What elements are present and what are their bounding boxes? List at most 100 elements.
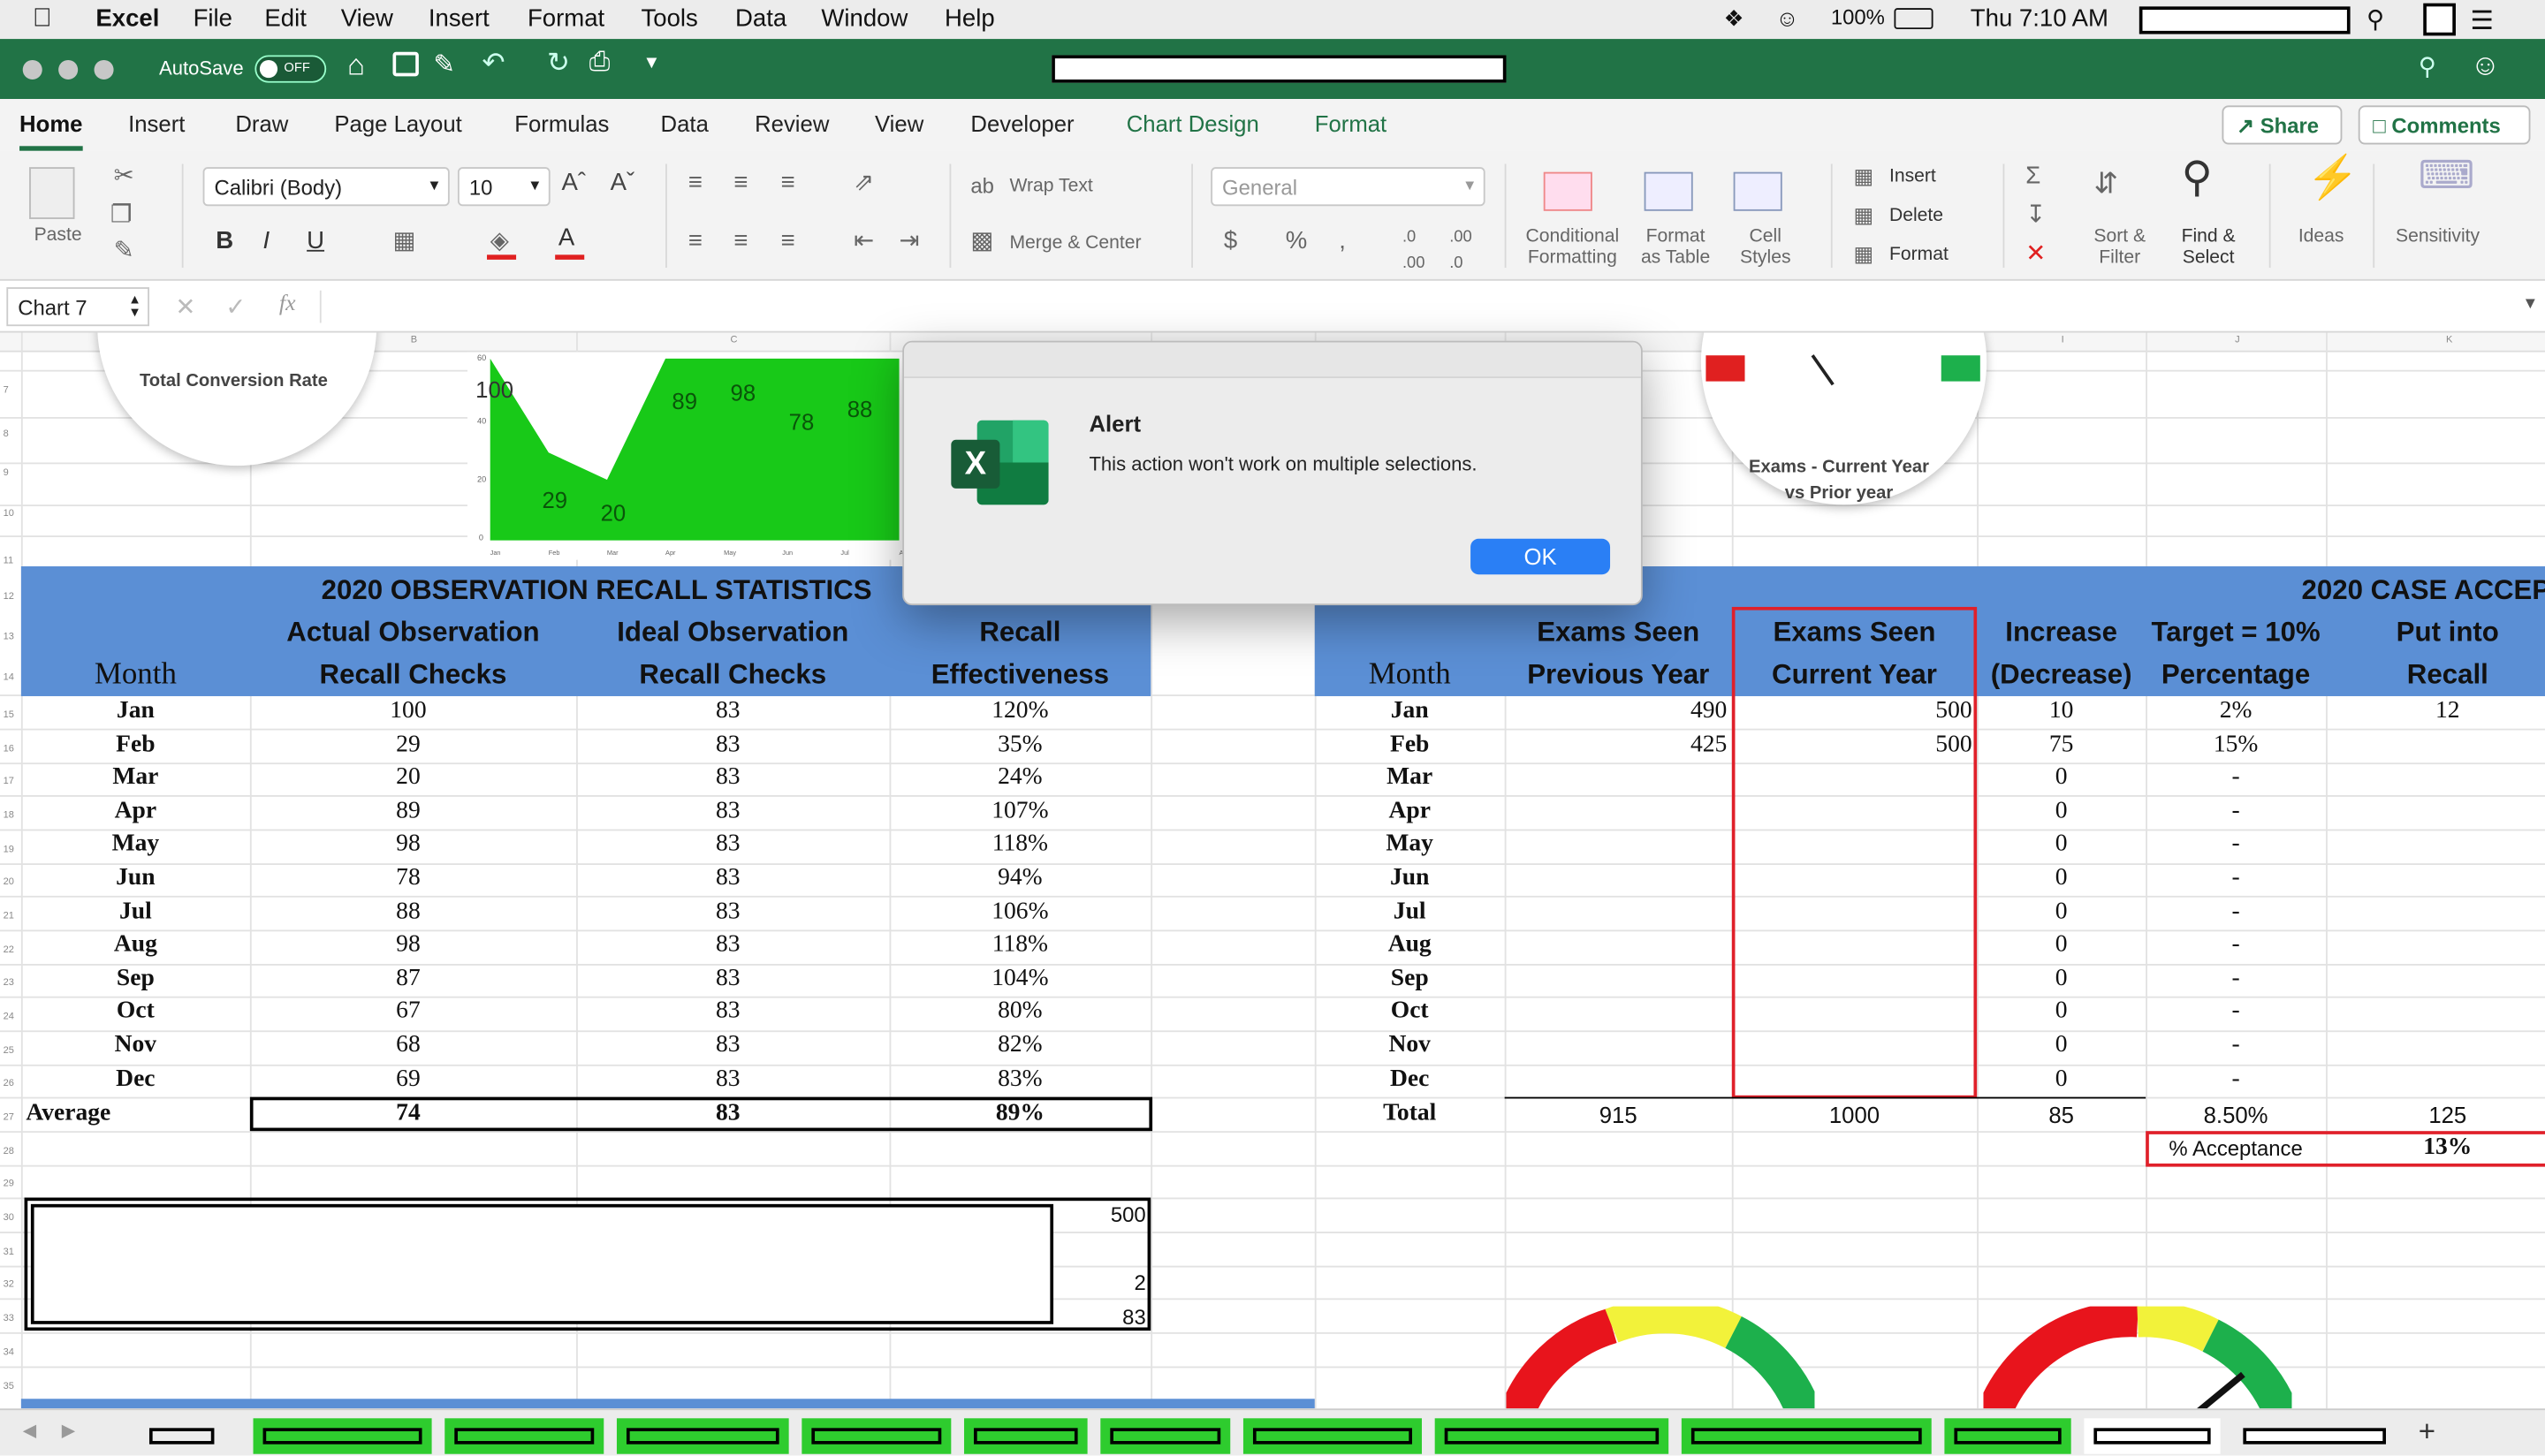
cancel-entry-icon[interactable]: ✕ [175,292,195,321]
month-cell[interactable]: May [1315,831,1505,859]
average-recall[interactable]: 89% [890,1100,1151,1127]
percent-icon[interactable]: % [1286,228,1308,254]
table-cell[interactable]: 83 [576,1032,879,1059]
acceptance-label[interactable]: % Acceptance [2146,1136,2326,1161]
save-icon[interactable] [392,51,419,77]
sheet-tab-4[interactable] [616,1418,789,1454]
tab-data[interactable]: Data [661,110,709,136]
month-cell[interactable]: Jun [21,865,250,892]
align-middle-icon[interactable]: ≡ [733,170,748,196]
font-size-select[interactable]: 10 ▼ [457,167,551,207]
sheet-tab-8[interactable] [1242,1418,1422,1454]
total-prev[interactable]: 915 [1505,1102,1732,1127]
month-cell[interactable]: Aug [21,932,250,959]
month-cell[interactable]: May [21,831,250,859]
tab-review[interactable]: Review [755,110,829,136]
close-window-button[interactable] [22,59,42,80]
lower-value-3[interactable]: 83 [1055,1305,1146,1330]
sheet-tab-6[interactable] [964,1418,1088,1454]
font-name-select[interactable]: Calibri (Body) ▼ [202,167,450,207]
table-cell[interactable]: 10 [1977,698,2146,725]
table-cell[interactable]: 83 [576,932,879,959]
average-actual[interactable]: 74 [250,1100,566,1127]
zoom-window-button[interactable] [94,59,114,80]
table-cell[interactable]: 83 [576,1065,879,1093]
next-sheet-icon[interactable]: ▶ [62,1420,76,1441]
table-cell[interactable]: 0 [1977,798,2146,825]
table-cell[interactable]: 83 [576,698,879,725]
wrap-text-button[interactable]: Wrap Text [1009,177,1092,198]
apple-icon[interactable]:  [33,5,52,34]
month-cell[interactable]: Oct [21,998,250,1026]
table-cell[interactable]: 83 [576,899,879,926]
sheet-tab-7[interactable] [1100,1418,1231,1454]
merge-center-icon[interactable]: ▩ [970,228,993,254]
undo-icon[interactable]: ↶ [482,47,505,80]
month-cell[interactable]: Jan [21,698,250,725]
lower-value-2[interactable]: 2 [1055,1270,1145,1295]
menu-help[interactable]: Help [945,5,995,33]
wifi-icon[interactable]: ☺ [1775,5,1798,31]
tab-home[interactable]: Home [19,110,83,151]
table-cell[interactable]: 98 [250,831,566,859]
decrease-decimal-icon[interactable]: .00.0 [1449,225,1472,277]
sensitivity-icon[interactable]: ⌨ [2419,156,2475,195]
table-cell[interactable]: - [2146,998,2326,1026]
increase-decimal-icon[interactable]: .0.00 [1402,225,1425,277]
align-right-icon[interactable]: ≡ [780,228,794,254]
menu-insert[interactable]: Insert [429,5,490,33]
table-cell[interactable]: 0 [1977,1065,2146,1093]
table-cell[interactable]: 106% [890,899,1151,926]
menu-file[interactable]: File [194,5,232,33]
find-select-label[interactable]: Find & Select [2182,227,2236,269]
autosum-icon[interactable]: Σ [2025,163,2040,190]
ideas-icon[interactable]: ⚡ [2306,155,2359,198]
prev-sheet-icon[interactable]: ◀ [23,1420,37,1441]
table-cell[interactable]: 100 [250,698,566,725]
align-center-icon[interactable]: ≡ [733,228,748,254]
table-cell[interactable]: - [2146,899,2326,926]
expand-formula-chevron-icon[interactable]: ▼ [2522,295,2538,313]
tab-view[interactable]: View [875,110,923,136]
table-cell[interactable]: 75 [1977,732,2146,759]
confirm-entry-icon[interactable]: ✓ [225,292,246,321]
table-cell[interactable]: 82% [890,1032,1151,1059]
underline-icon[interactable]: U [307,228,324,254]
table-cell[interactable]: 80% [890,998,1151,1026]
month-cell[interactable]: Jul [21,899,250,926]
format-as-table-icon[interactable] [1644,171,1693,211]
print-icon[interactable]: ⎙ [589,49,611,78]
sheet-tab-11[interactable] [1944,1418,2071,1454]
tab-page-layout[interactable]: Page Layout [334,110,461,136]
table-cell[interactable]: 425 [1505,732,1727,759]
table-cell[interactable]: - [2146,798,2326,825]
tab-chart-design[interactable]: Chart Design [1127,110,1259,136]
formula-input[interactable] [324,287,2516,326]
decrease-indent-icon[interactable]: ⇤ [854,228,874,254]
table-cell[interactable]: 118% [890,831,1151,859]
decrease-font-icon[interactable]: Aˇ [611,170,635,196]
share-button[interactable]: ↗ Share [2222,105,2343,145]
table-cell[interactable]: - [2146,1065,2326,1093]
sort-filter-label[interactable]: Sort & Filter [2093,227,2146,269]
fill-icon[interactable]: ↧ [2025,202,2046,229]
col-header-j[interactable]: J [2235,336,2240,345]
merge-center-button[interactable]: Merge & Center [1009,233,1141,254]
paste-icon[interactable] [29,167,75,219]
col-header-i[interactable]: I [2062,336,2064,345]
table-cell[interactable]: 83 [576,998,879,1026]
find-select-icon[interactable]: ⚲ [2182,155,2213,198]
redo-icon[interactable]: ↻ [547,47,570,80]
table-cell[interactable]: 29 [250,732,566,759]
format-cells-icon[interactable]: ▦ [1854,242,1874,268]
sheet-tab-10[interactable] [1681,1418,1932,1454]
menu-data[interactable]: Data [735,5,786,33]
format-painter-icon[interactable]: ✎ [114,238,134,264]
month-cell[interactable]: Apr [21,798,250,825]
table-cell[interactable]: 83 [576,865,879,892]
sheet-tab-3[interactable] [444,1418,604,1454]
month-cell[interactable]: Mar [21,764,250,792]
table-cell[interactable]: - [2146,932,2326,959]
table-cell[interactable]: 94% [890,865,1151,892]
total-curr[interactable]: 1000 [1732,1102,1977,1127]
